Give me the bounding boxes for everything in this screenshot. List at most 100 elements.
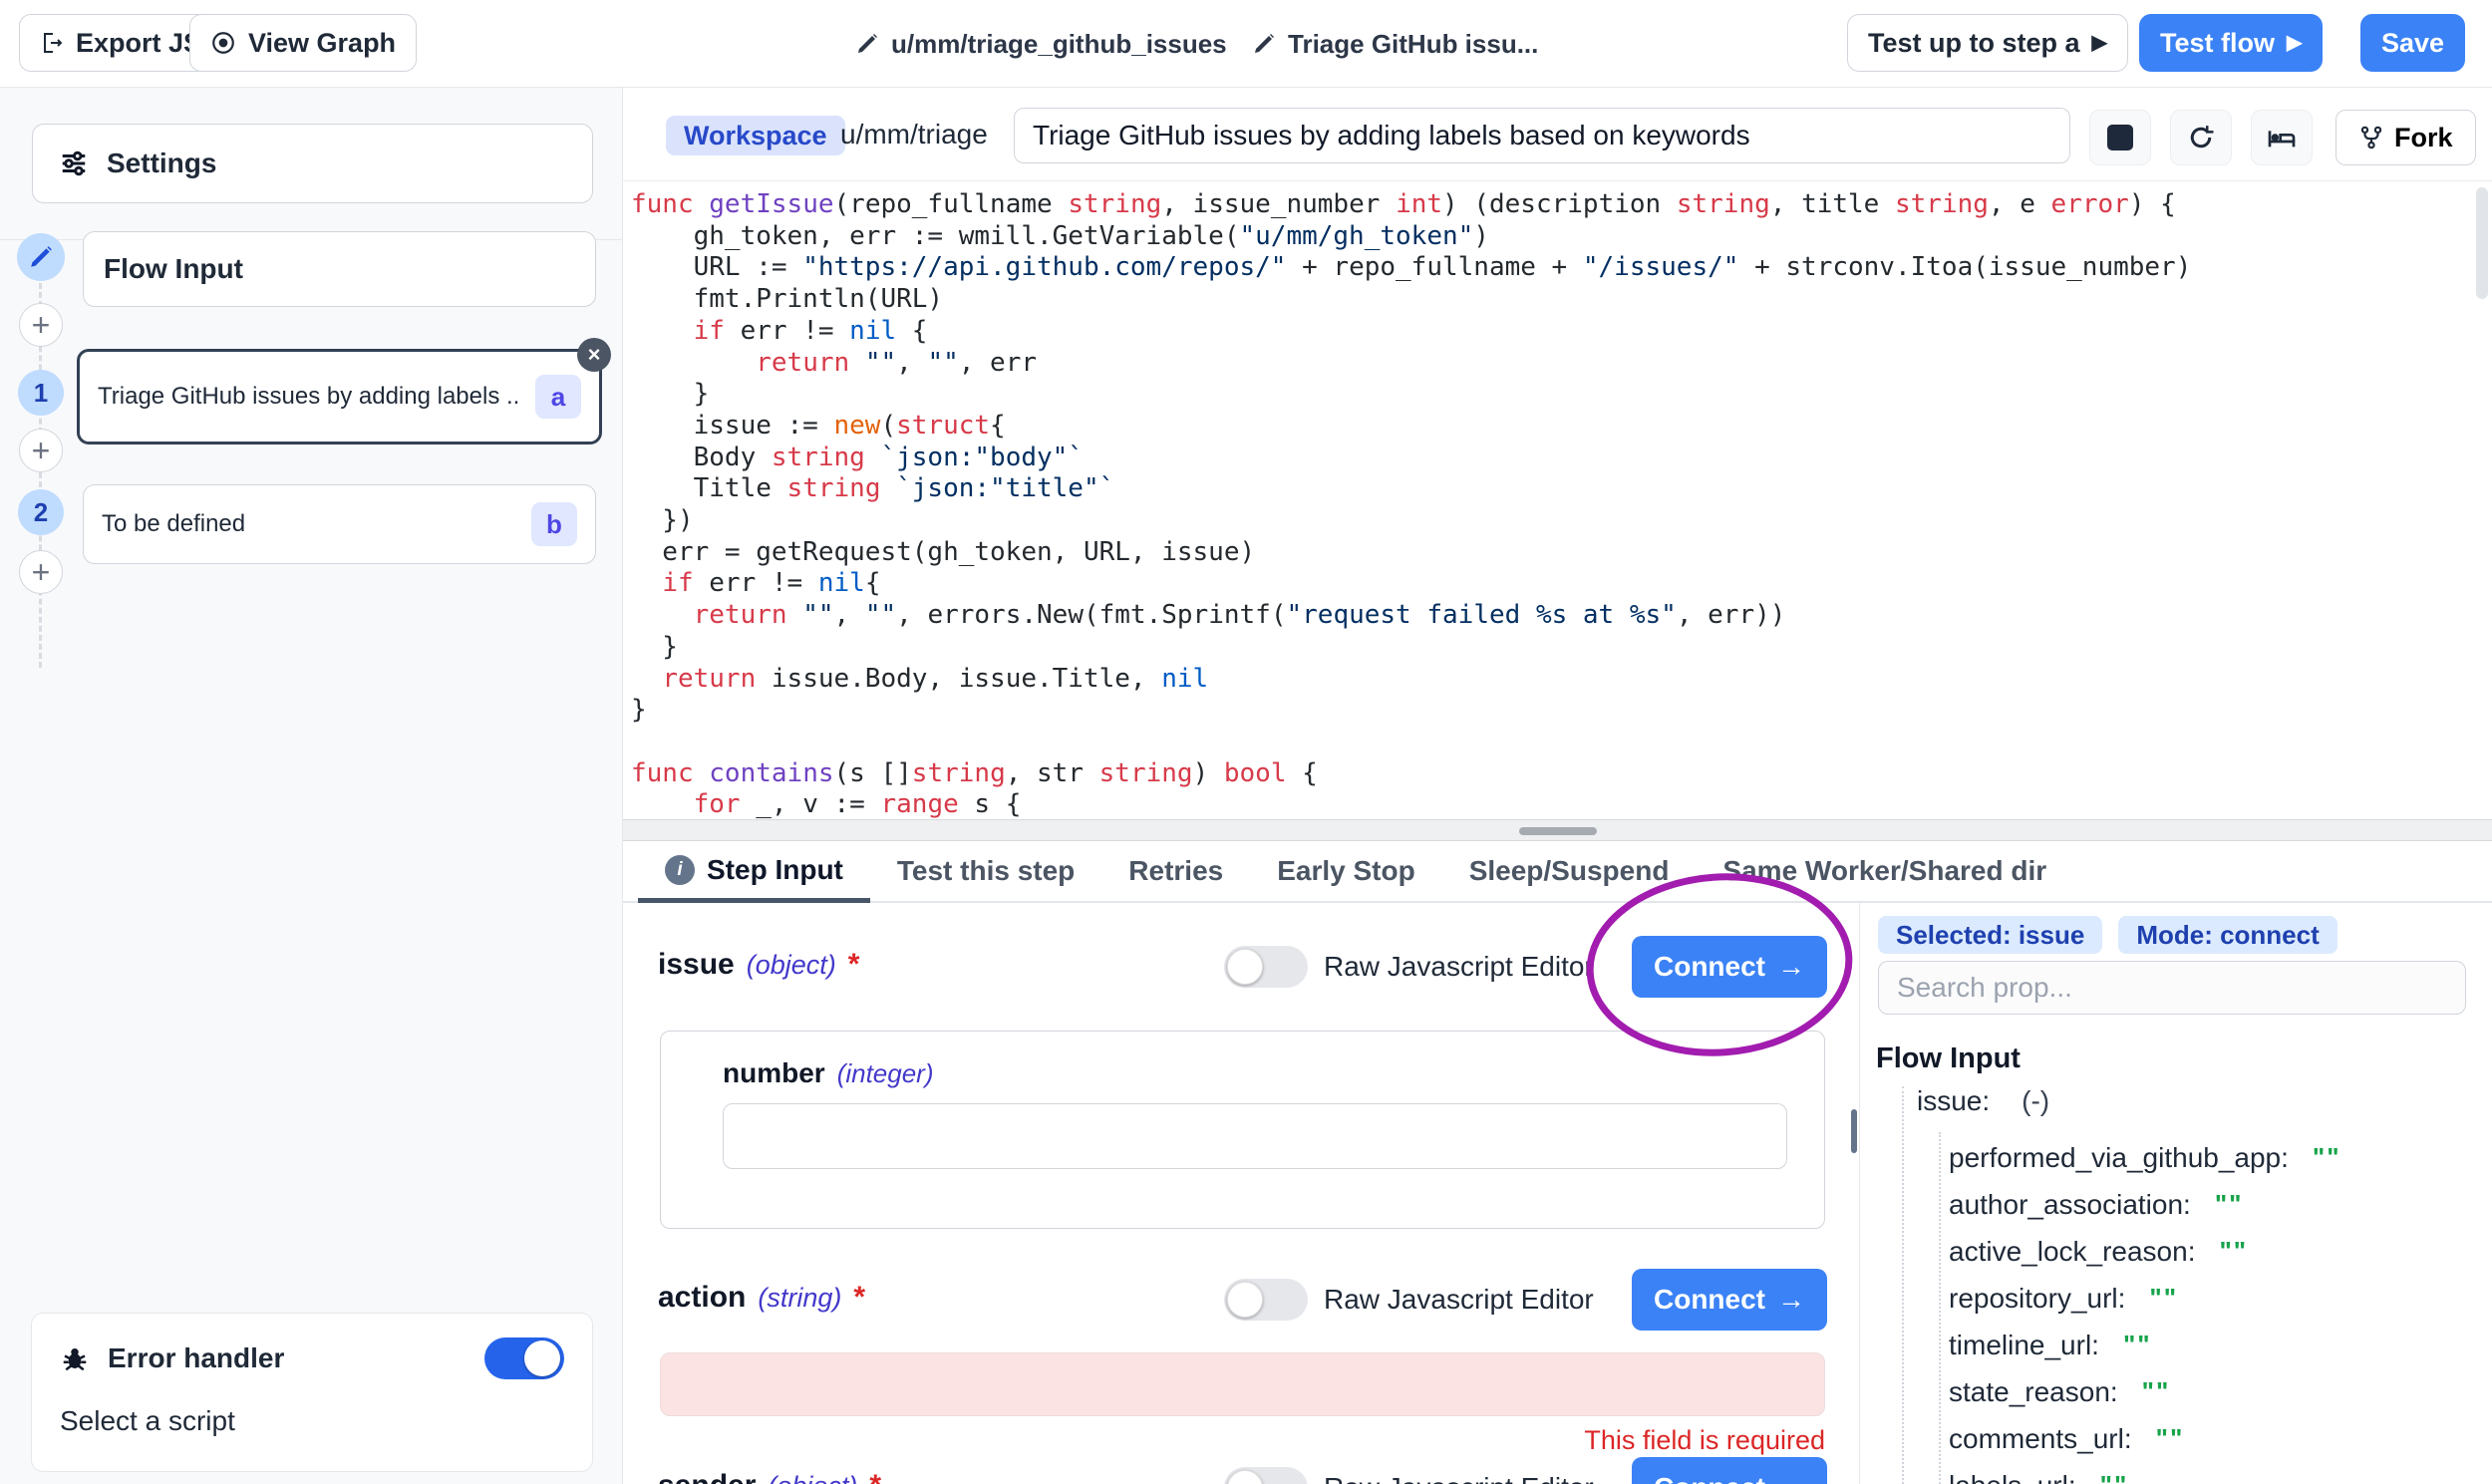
prop-row[interactable]: state_reason: ""	[1949, 1368, 2492, 1415]
test-flow-button[interactable]: Test flow ▶	[2139, 14, 2323, 72]
tab-early-stop[interactable]: Early Stop	[1250, 841, 1441, 901]
splitter-grip[interactable]	[1519, 827, 1597, 835]
error-handler-card: Error handler Select a script	[31, 1313, 593, 1472]
breadcrumb-path-label: u/mm/triage_github_issues	[891, 29, 1227, 60]
connect-button-action[interactable]: Connect →	[1632, 1269, 1827, 1331]
code-line: URL := "https://api.github.com/repos/" +…	[631, 252, 2492, 284]
prop-value: ""	[2123, 1330, 2152, 1360]
add-step-button[interactable]: +	[19, 303, 63, 347]
refresh-button[interactable]	[2170, 110, 2232, 165]
stop-button[interactable]	[2089, 110, 2151, 165]
flow-title-input[interactable]	[1014, 108, 2070, 163]
panel-divider	[1859, 903, 1860, 1484]
pencil-icon	[28, 244, 54, 270]
breadcrumb-title[interactable]: Triage GitHub issu...	[1252, 0, 1538, 88]
raw-js-editor-label: Raw Javascript Editor	[1324, 1269, 1594, 1331]
view-graph-button[interactable]: View Graph	[189, 14, 417, 72]
props-list: performed_via_github_app: "" author_associ…	[1949, 1134, 2492, 1484]
view-graph-label: View Graph	[248, 28, 396, 59]
flow-input-node[interactable]: Flow Input	[83, 231, 596, 307]
windmill-flow-editor: Export JSON View Graph u/mm/triage_githu…	[0, 0, 2492, 1484]
arrow-right-icon: →	[1777, 1284, 1805, 1316]
top-bar: Export JSON View Graph u/mm/triage_githu…	[0, 0, 2492, 88]
prop-row[interactable]: timeline_url: ""	[1949, 1322, 2492, 1368]
code-line: }	[631, 632, 2492, 664]
close-icon[interactable]: ×	[577, 338, 611, 372]
form-vertical-scrollbar[interactable]	[1851, 1109, 1857, 1153]
action-input-invalid[interactable]	[660, 1352, 1825, 1416]
breadcrumb-title-label: Triage GitHub issu...	[1288, 29, 1538, 60]
mode-badge: Mode: connect	[2118, 916, 2336, 954]
code-line: }	[631, 695, 2492, 727]
raw-js-editor-toggle[interactable]	[1224, 946, 1308, 988]
code-content: func getIssue(repo_fullname string, issu…	[623, 181, 2492, 819]
prop-root-issue[interactable]: issue:(-)	[1917, 1085, 2049, 1117]
raw-js-editor-toggle[interactable]	[1224, 1467, 1308, 1484]
step-node-a[interactable]: Triage GitHub issues by adding labels ..…	[77, 349, 602, 445]
error-handler-toggle[interactable]	[484, 1337, 564, 1379]
search-prop-input[interactable]	[1878, 961, 2466, 1015]
prop-row[interactable]: performed_via_github_app: ""	[1949, 1134, 2492, 1181]
settings-button[interactable]: Settings	[32, 124, 593, 203]
tab-retries[interactable]: Retries	[1101, 841, 1250, 901]
prop-key: performed_via_github_app:	[1949, 1142, 2289, 1174]
code-line: return "", "", errors.New(fmt.Sprintf("r…	[631, 600, 2492, 632]
prop-key: state_reason:	[1949, 1376, 2118, 1408]
fork-button[interactable]: Fork	[2336, 110, 2476, 165]
connect-button-sender[interactable]: Connect →	[1632, 1457, 1827, 1484]
error-handler-select-script[interactable]: Select a script	[60, 1405, 564, 1437]
code-line: if err != nil{	[631, 568, 2492, 600]
step-config-region: issue (object) * Raw Javascript Editor C…	[623, 903, 2492, 1484]
required-asterisk: *	[848, 948, 860, 982]
prop-row[interactable]: repository_url:""	[1949, 1275, 2492, 1322]
arrow-right-icon: →	[1777, 1472, 1805, 1484]
flow-path: u/mm/triage	[840, 88, 988, 181]
tab-sleep-suspend[interactable]: Sleep/Suspend	[1442, 841, 1697, 901]
field-required-error: This field is required	[660, 1425, 1825, 1456]
step-number-1: 1	[18, 370, 64, 416]
prop-key: author_association:	[1949, 1189, 2191, 1221]
error-handler-label: Error handler	[108, 1342, 284, 1374]
export-icon	[40, 31, 64, 55]
step-badge: b	[531, 502, 577, 546]
bed-button[interactable]	[2251, 110, 2313, 165]
prop-value: ""	[2313, 1142, 2341, 1173]
prop-row[interactable]: comments_url:""	[1949, 1415, 2492, 1462]
tree-guide-line	[1939, 1132, 1941, 1484]
raw-js-editor-label: Raw Javascript Editor	[1324, 1457, 1594, 1484]
step-input-form: issue (object) * Raw Javascript Editor C…	[623, 903, 1859, 1484]
step-node-b[interactable]: To be defined b	[83, 484, 596, 564]
tree-guide-line	[1902, 1086, 1904, 1484]
field-label: number (integer)	[723, 1057, 934, 1089]
code-line: func getIssue(repo_fullname string, issu…	[631, 189, 2492, 221]
prop-row[interactable]: author_association:""	[1949, 1181, 2492, 1228]
prop-value: ""	[2142, 1376, 2171, 1407]
prop-key: timeline_url:	[1949, 1330, 2099, 1361]
tab-same-worker-shared-dir[interactable]: Same Worker/Shared dir	[1696, 841, 2073, 901]
tab-label: Sleep/Suspend	[1469, 855, 1670, 887]
test-up-to-step-button[interactable]: Test up to step a ▶	[1847, 14, 2128, 72]
prop-row[interactable]: active_lock_reason:""	[1949, 1228, 2492, 1275]
code-editor[interactable]: func getIssue(repo_fullname string, issu…	[623, 181, 2492, 819]
add-step-button[interactable]: +	[19, 429, 63, 472]
step-number-2: 2	[18, 489, 64, 535]
flow-sidebar: Settings Flow Input + Triage GitHub issu…	[0, 88, 623, 1484]
code-line: for _, v := range s {	[631, 789, 2492, 819]
add-step-button[interactable]: +	[19, 550, 63, 594]
number-input[interactable]	[723, 1103, 1787, 1169]
panel-splitter	[623, 819, 2492, 841]
editor-vertical-scrollbar[interactable]	[2476, 187, 2488, 299]
field-name: action	[658, 1281, 746, 1315]
code-line: func contains(s []string, str string) bo…	[631, 758, 2492, 790]
prop-value: ""	[2149, 1283, 2178, 1314]
flow-input-node-icon[interactable]	[17, 233, 65, 281]
connect-button-issue[interactable]: Connect →	[1632, 936, 1827, 998]
field-name: number	[723, 1057, 825, 1089]
tab-test-this-step[interactable]: Test this step	[870, 841, 1101, 901]
raw-js-editor-toggle[interactable]	[1224, 1279, 1308, 1321]
breadcrumb-path[interactable]: u/mm/triage_github_issues	[855, 0, 1227, 88]
bed-icon	[2266, 122, 2298, 153]
save-button[interactable]: Save	[2360, 14, 2465, 72]
prop-row[interactable]: labels_url:""	[1949, 1462, 2492, 1484]
tab-step-input[interactable]: iStep Input	[638, 841, 870, 903]
